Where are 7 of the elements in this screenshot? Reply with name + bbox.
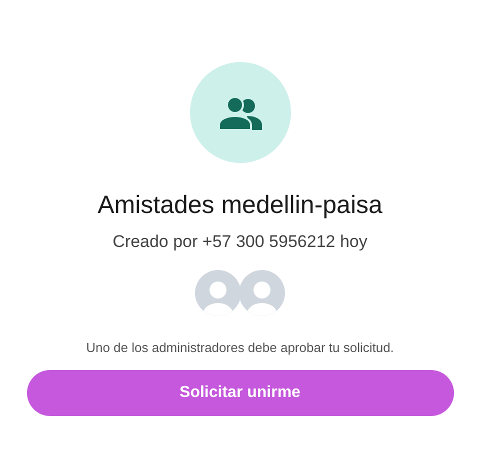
- group-name: Amistades medellin-paisa: [98, 191, 382, 220]
- join-request-button[interactable]: Solicitar unirme: [26, 370, 454, 416]
- created-by-text: Creado por +57 300 5956212 hoy: [112, 232, 368, 252]
- avatar-icon: [195, 270, 241, 316]
- avatar-icon: [239, 270, 285, 316]
- people-icon: [217, 96, 263, 130]
- approval-note: Uno de los administradores debe aprobar tu solicitud.: [86, 340, 394, 355]
